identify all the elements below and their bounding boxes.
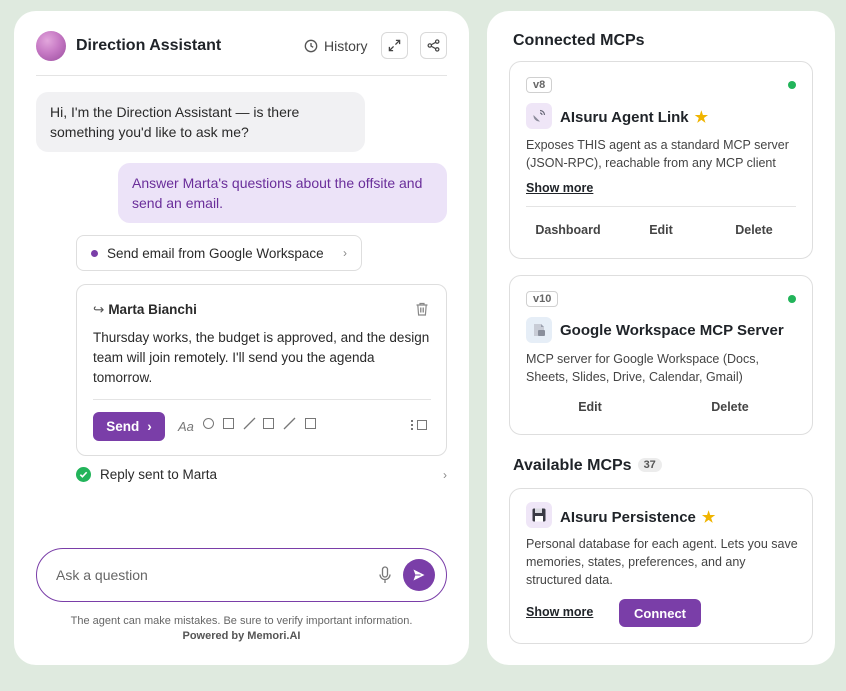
available-count-badge: 37 [637, 458, 662, 472]
more-tools-icon[interactable] [411, 419, 431, 431]
result-label: Reply sent to Marta [100, 467, 218, 482]
tool-call-label: Send email from Google Workspace [107, 245, 324, 261]
mcp-description: Exposes THIS agent as a standard MCP ser… [526, 138, 789, 170]
text-format-button[interactable]: Aa [178, 419, 194, 434]
question-input[interactable] [56, 564, 356, 586]
check-circle-icon [76, 467, 91, 482]
edit-button[interactable]: Edit [621, 223, 701, 237]
star-icon: ★ [694, 109, 709, 126]
chevron-right-icon: › [343, 246, 347, 260]
rectangle-tool-icon[interactable] [263, 418, 274, 429]
dashboard-button[interactable]: Dashboard [528, 223, 608, 237]
microphone-icon[interactable] [378, 566, 392, 584]
assistant-avatar [36, 31, 66, 61]
chevron-right-icon: › [443, 467, 447, 482]
email-body[interactable]: Thursday works, the budget is approved, … [93, 328, 433, 388]
available-mcps-title: Available MCPs 37 [513, 457, 662, 475]
email-divider [93, 399, 431, 400]
chat-panel: Direction Assistant History Hi, I'm the … [14, 11, 469, 665]
user-message: Answer Marta's questions about the offsi… [118, 163, 447, 223]
history-label: History [324, 38, 368, 54]
assistant-title: Direction Assistant [76, 37, 222, 54]
floppy-disk-icon [526, 502, 552, 528]
mcp-card-persistence: AIsuru Persistence ★ Personal database fo… [509, 488, 813, 644]
circle-tool-icon[interactable] [203, 418, 214, 429]
email-recipient: ↪ Marta Bianchi [93, 302, 197, 318]
history-button[interactable]: History [304, 38, 368, 54]
line-tool-icon[interactable] [243, 417, 256, 430]
assistant-message: Hi, I'm the Direction Assistant — is the… [36, 92, 365, 152]
mcp-card-agent-link: v8 AIsuru Agent Link ★ Exposes THIS agent… [509, 61, 813, 259]
mcp-name: AIsuru Persistence ★ [560, 508, 715, 526]
send-message-button[interactable] [403, 559, 435, 591]
header-divider [36, 75, 447, 76]
workspace-icon [526, 317, 552, 343]
available-mcps-label: Available MCPs [513, 457, 632, 474]
reply-arrow-icon: ↪ [93, 302, 105, 317]
email-draft-card: ↪ Marta Bianchi Thursday works, the budge… [76, 284, 447, 456]
tool-call-chip[interactable]: Send email from Google Workspace › [76, 235, 362, 271]
clock-icon [304, 39, 318, 53]
mcp-name-text: AIsuru Agent Link [560, 109, 689, 126]
satellite-antenna-icon [526, 103, 552, 129]
send-label: Send [106, 419, 140, 434]
result-row[interactable]: Reply sent to Marta › [76, 467, 447, 482]
mcp-name: Google Workspace MCP Server [560, 322, 784, 339]
share-icon [427, 39, 440, 52]
expand-button[interactable] [381, 32, 408, 59]
rectangle-tool-icon[interactable] [305, 418, 316, 429]
version-badge: v8 [526, 77, 553, 93]
mcp-description: Personal database for each agent. Lets y… [526, 537, 798, 587]
card-divider [526, 206, 796, 207]
show-more-link[interactable]: Show more [526, 605, 593, 619]
trash-icon[interactable] [414, 301, 430, 317]
delete-button[interactable]: Delete [714, 223, 794, 237]
mcp-name-text: AIsuru Persistence [560, 509, 696, 526]
line-tool-icon[interactable] [283, 417, 296, 430]
status-online-dot [788, 81, 796, 89]
recipient-name: Marta Bianchi [108, 302, 197, 317]
connected-mcps-title: Connected MCPs [513, 32, 645, 49]
version-badge: v10 [526, 291, 559, 307]
send-arrow-icon [413, 569, 425, 581]
mcp-panel: Connected MCPs v8 AIsuru Agent Link ★ Exp… [487, 11, 835, 665]
expand-icon [388, 39, 401, 52]
tool-status-dot [91, 249, 98, 257]
show-more-link[interactable]: Show more [526, 181, 593, 195]
chevron-right-icon: › [147, 419, 152, 434]
mcp-description: MCP server for Google Workspace (Docs, S… [526, 352, 759, 384]
powered-by: Powered by Memori.AI [182, 630, 301, 642]
ask-box [36, 548, 447, 602]
mcp-card-google-workspace: v10 Google Workspace MCP Server MCP serv… [509, 275, 813, 435]
edit-button[interactable]: Edit [550, 400, 630, 414]
send-email-button[interactable]: Send › [93, 412, 165, 441]
delete-button[interactable]: Delete [690, 400, 770, 414]
mcp-name: AIsuru Agent Link ★ [560, 108, 708, 126]
rectangle-tool-icon[interactable] [223, 418, 234, 429]
share-button[interactable] [420, 32, 447, 59]
connect-button[interactable]: Connect [619, 599, 701, 627]
star-icon: ★ [701, 509, 716, 526]
disclaimer-text: The agent can make mistakes. Be sure to … [70, 615, 413, 627]
status-online-dot [788, 295, 796, 303]
